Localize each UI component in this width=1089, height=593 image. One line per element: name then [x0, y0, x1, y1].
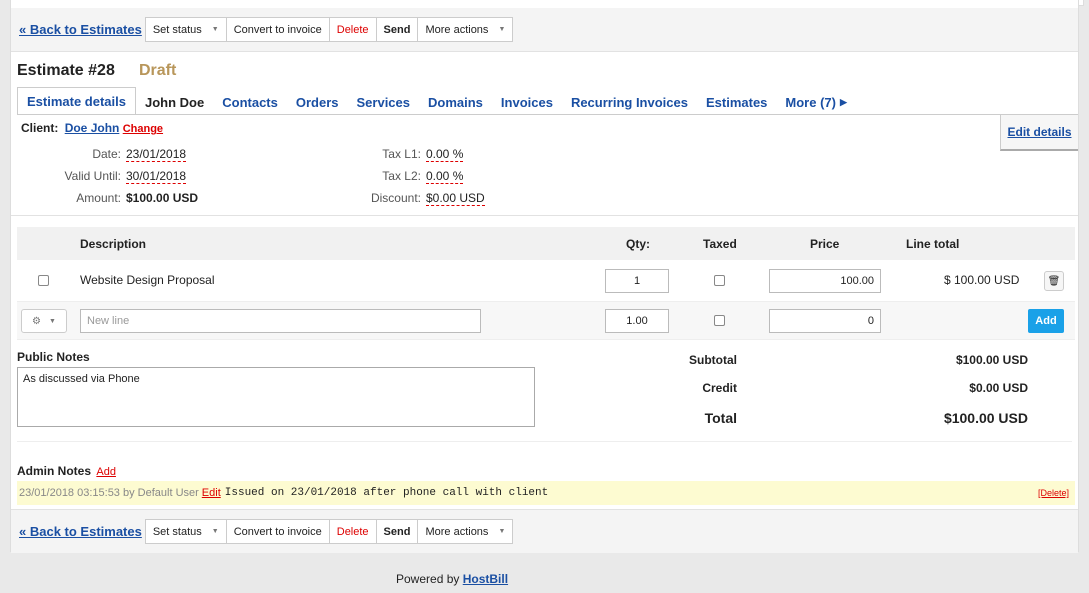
- new-line-qty-input[interactable]: 1.00: [605, 309, 669, 333]
- date-label: Date:: [92, 147, 121, 161]
- back-to-estimates-link[interactable]: « Back to Estimates: [19, 22, 142, 37]
- amount-label: Amount:: [76, 191, 121, 205]
- send-button[interactable]: Send: [375, 519, 419, 544]
- tax-l1-value[interactable]: 0.00 %: [426, 147, 464, 162]
- tax-l2-value[interactable]: 0.00 %: [426, 169, 464, 184]
- credit-label: Credit: [702, 381, 737, 395]
- item-description[interactable]: Website Design Proposal: [80, 273, 215, 287]
- tab-estimates[interactable]: Estimates: [697, 89, 776, 115]
- subtotal-value: $100.00 USD: [955, 353, 1028, 367]
- new-line-row: ⚙ ▼ New line 1.00 0 Add: [17, 302, 1075, 340]
- tab-more-label: More (7): [785, 94, 836, 110]
- admin-note-entry: 23/01/2018 03:15:53 by Default User Edit…: [17, 481, 1075, 505]
- col-qty: Qty:: [626, 237, 650, 251]
- note-meta: 23/01/2018 03:15:53 by Default User: [19, 487, 199, 499]
- more-actions-button[interactable]: More actions ▼: [417, 17, 514, 42]
- tax-l1-label: Tax L1:: [382, 147, 421, 161]
- client-row: Client: Doe John Change: [21, 121, 163, 135]
- tab-domains[interactable]: Domains: [419, 89, 492, 115]
- more-actions-label: More actions: [425, 525, 489, 538]
- col-description: Description: [80, 237, 147, 251]
- status-badge: Draft: [139, 62, 177, 79]
- amount-value: $100.00 USD: [126, 191, 199, 205]
- public-notes-textarea[interactable]: As discussed via Phone: [17, 367, 535, 427]
- new-line-taxed-checkbox[interactable]: [714, 315, 725, 326]
- tab-divider: [17, 114, 1078, 115]
- add-admin-note-link[interactable]: Add: [96, 466, 116, 478]
- tab-services[interactable]: Services: [348, 89, 420, 115]
- col-taxed: Taxed: [703, 237, 737, 251]
- item-price-input[interactable]: 100.00: [769, 269, 881, 293]
- valid-until-label: Valid Until:: [64, 169, 121, 183]
- top-toolbar: « Back to Estimates Set status ▼ Convert …: [11, 8, 1078, 52]
- change-client-link[interactable]: Change: [123, 123, 163, 135]
- date-value[interactable]: 23/01/2018: [126, 147, 187, 162]
- item-line-total: $ 100.00 USD: [944, 273, 1020, 287]
- client-name-link[interactable]: Doe John: [65, 121, 120, 135]
- table-header: Description Qty: Taxed Price Line total: [17, 227, 1075, 260]
- row-select-checkbox[interactable]: [38, 275, 49, 286]
- discount-label: Discount:: [370, 191, 421, 205]
- tab-invoices[interactable]: Invoices: [492, 89, 562, 115]
- powered-by-text: Powered by: [396, 572, 460, 586]
- set-status-label: Set status: [152, 525, 202, 538]
- table-row: Website Design Proposal 1 100.00 $ 100.0…: [17, 260, 1075, 302]
- divider: [17, 441, 1072, 442]
- trash-icon[interactable]: 🗑: [1044, 271, 1064, 291]
- divider: [11, 215, 1078, 216]
- edit-details-button[interactable]: Edit details: [1000, 115, 1078, 151]
- set-status-button[interactable]: Set status ▼: [144, 519, 227, 544]
- tab-client-name[interactable]: John Doe: [136, 89, 213, 115]
- item-qty-input[interactable]: 1: [605, 269, 669, 293]
- convert-to-invoice-button[interactable]: Convert to invoice: [225, 17, 330, 42]
- total-value: $100.00 USD: [943, 410, 1028, 426]
- chevron-right-icon: ▶: [839, 96, 847, 107]
- hostbill-link[interactable]: HostBill: [463, 572, 508, 586]
- bottom-toolbar: « Back to Estimates Set status ▼ Convert …: [11, 509, 1078, 553]
- convert-to-invoice-button[interactable]: Convert to invoice: [225, 519, 330, 544]
- valid-until-value[interactable]: 30/01/2018: [126, 169, 187, 184]
- back-to-estimates-link[interactable]: « Back to Estimates: [19, 524, 142, 539]
- estimate-panel: « Back to Estimates Set status ▼ Convert …: [10, 0, 1079, 553]
- new-line-input[interactable]: New line: [80, 309, 481, 333]
- gear-icon[interactable]: ⚙ ▼: [21, 309, 67, 333]
- caret-down-icon: ▼: [498, 528, 506, 535]
- note-text: Issued on 23/01/2018 after phone call wi…: [224, 487, 549, 499]
- tab-recurring-invoices[interactable]: Recurring Invoices: [562, 89, 697, 115]
- tab-bar: Estimate details John Doe Contacts Order…: [17, 87, 856, 115]
- caret-down-icon: ▼: [498, 26, 506, 33]
- item-taxed-checkbox[interactable]: [714, 275, 725, 286]
- caret-down-icon: ▼: [211, 26, 219, 33]
- set-status-button[interactable]: Set status ▼: [144, 17, 227, 42]
- credit-value: $0.00 USD: [969, 381, 1028, 395]
- total-label: Total: [704, 410, 737, 426]
- tab-more[interactable]: More (7) ▶: [776, 89, 855, 115]
- page-title: Estimate #28: [17, 62, 115, 79]
- edit-note-link[interactable]: Edit: [202, 487, 221, 499]
- discount-value[interactable]: $0.00 USD: [426, 191, 485, 206]
- admin-notes-label: Admin Notes: [17, 464, 92, 478]
- tab-orders[interactable]: Orders: [287, 89, 348, 115]
- more-actions-button[interactable]: More actions ▼: [417, 519, 514, 544]
- powered-by: Powered by HostBill: [396, 572, 508, 586]
- tab-contacts[interactable]: Contacts: [213, 89, 287, 115]
- delete-note-link[interactable]: [Delete]: [1038, 488, 1069, 498]
- set-status-label: Set status: [152, 23, 202, 36]
- subtotal-label: Subtotal: [689, 353, 737, 367]
- delete-button[interactable]: Delete: [328, 17, 377, 42]
- add-line-button[interactable]: Add: [1028, 309, 1064, 333]
- delete-button[interactable]: Delete: [328, 519, 377, 544]
- admin-notes-header: Admin Notes Add: [17, 464, 116, 478]
- col-price: Price: [810, 237, 840, 251]
- more-actions-label: More actions: [425, 23, 489, 36]
- public-notes-label: Public Notes: [17, 350, 90, 364]
- send-button[interactable]: Send: [375, 17, 419, 42]
- col-line-total: Line total: [906, 237, 960, 251]
- caret-down-icon: ▼: [211, 528, 219, 535]
- new-line-price-input[interactable]: 0: [769, 309, 881, 333]
- tax-l2-label: Tax L2:: [382, 169, 421, 183]
- tab-estimate-details[interactable]: Estimate details: [17, 87, 136, 115]
- client-label: Client:: [21, 121, 59, 135]
